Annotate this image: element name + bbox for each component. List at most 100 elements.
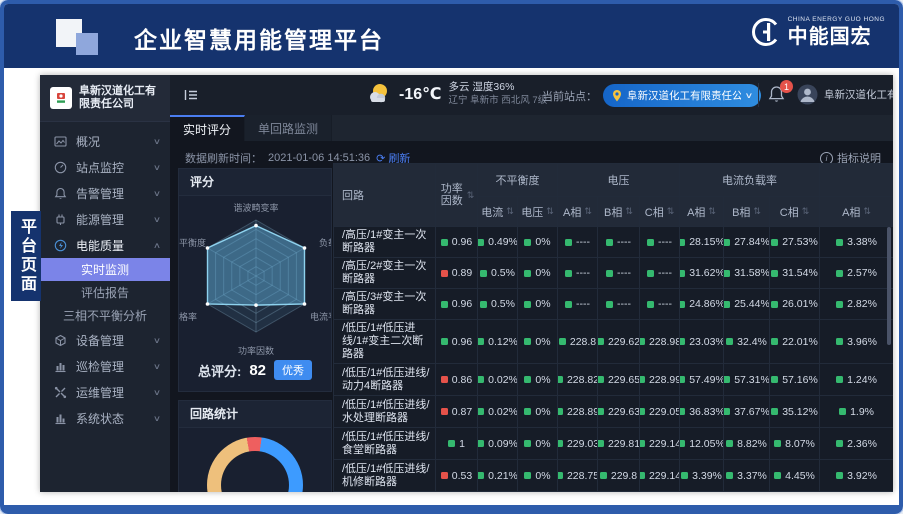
collapse-sidebar-icon[interactable]	[183, 87, 199, 108]
status-dot	[606, 301, 613, 308]
sidebar-subitem-three-phase-imbalance[interactable]: 三相不平衡分析	[40, 304, 170, 327]
col-header-B相[interactable]: B相⇅	[598, 197, 640, 227]
cell-value: 229.05	[640, 396, 680, 428]
circuit-stats-panel: 回路统计	[178, 400, 332, 492]
page-title: 企业智慧用能管理平台	[134, 21, 384, 55]
sort-icon[interactable]: ⇅	[546, 206, 554, 217]
table-row[interactable]: /高压/3#变主一次断路器0.960.5%0%------------24.86…	[334, 289, 894, 320]
cell-value: 21.78%	[724, 492, 770, 493]
status-dot	[600, 472, 607, 479]
chevron-down-icon: ∨	[153, 388, 161, 397]
sort-icon[interactable]: ⇅	[467, 190, 475, 201]
cell-value: 25.44%	[724, 289, 770, 320]
sort-icon[interactable]: ⇅	[584, 206, 592, 217]
chevron-down-icon: ∨	[153, 137, 161, 146]
status-dot	[441, 270, 448, 277]
chevron-down-icon: ∨	[153, 189, 161, 198]
table-row[interactable]: /高压/1#变主一次断路器0.960.49%0%------------28.1…	[334, 227, 894, 258]
col-header-电流[interactable]: 电流⇅	[478, 197, 518, 227]
sidebar-item-energy-management[interactable]: 能源管理∨	[40, 206, 170, 232]
cell-value: 31.58%	[724, 258, 770, 289]
chevron-down-icon: ∨	[153, 362, 161, 371]
cell-value: 2.36%	[820, 428, 893, 460]
sidebar-item-device-management[interactable]: 设备管理∨	[40, 327, 170, 353]
cell-value: 3.92%	[820, 460, 893, 492]
status-dot	[647, 239, 654, 246]
topbar: -16℃ 多云 湿度36% 辽宁 阜新市 西北风 7级 当前站点： 阜新汉道化工…	[170, 75, 893, 116]
sidebar-subitem-evaluation-report[interactable]: 评估报告	[40, 281, 170, 304]
status-dot	[478, 472, 485, 479]
table-row[interactable]: /低压/1#低压进线/水处理断路器0.870.02%0%228.89229.63…	[334, 396, 894, 428]
circuit-stats-title: 回路统计	[179, 401, 331, 428]
sort-icon[interactable]: ⇅	[802, 206, 810, 217]
col-header-circuit: 回路	[334, 164, 436, 227]
sidebar-item-station-monitoring[interactable]: 站点监控∨	[40, 154, 170, 180]
cell-value: 22.01%	[770, 320, 820, 364]
table-row[interactable]: /低压/1#低压进线/食堂断路器10.09%0%229.03229.81229.…	[334, 428, 894, 460]
status-dot	[441, 376, 448, 383]
cell-value: 37.67%	[724, 396, 770, 428]
user-menu[interactable]: 阜新汉道化工有限责任公司	[797, 84, 893, 105]
sort-icon[interactable]: ⇅	[863, 206, 871, 217]
col-header-A相[interactable]: A相⇅	[680, 197, 724, 227]
cell-value: 0%	[518, 428, 558, 460]
cell-value: 4.45%	[770, 460, 820, 492]
table-row[interactable]: /高压/2#变主一次断路器0.890.5%0%------------31.62…	[334, 258, 894, 289]
table-row[interactable]: /低压/1#低压进线/动力4断路器0.860.02%0%228.82229.65…	[334, 364, 894, 396]
col-header-C相[interactable]: C相⇅	[770, 197, 820, 227]
cell-value: 228.8	[558, 320, 598, 364]
sort-icon[interactable]: ⇅	[667, 206, 675, 217]
table-row[interactable]: /低压/1#低压进线/锅炉断路器0.870.06%0%228.81229.832…	[334, 492, 894, 493]
col-header-A相[interactable]: A相⇅	[558, 197, 598, 227]
tab-single-circuit[interactable]: 单回路监测	[245, 115, 332, 141]
sidebar-subitem-realtime-monitoring[interactable]: 实时监测	[40, 258, 170, 281]
table-scrollbar[interactable]	[887, 227, 891, 345]
col-header-电压[interactable]: 电压⇅	[518, 197, 558, 227]
sidebar-item-label: 站点监控	[76, 159, 154, 176]
circuit-table-wrap: 回路功率因数⇅不平衡度电压电流负载率电流⇅电压⇅A相⇅B相⇅C相⇅A相⇅B相⇅C…	[333, 163, 893, 492]
status-dot	[836, 270, 843, 277]
power-quality-icon	[53, 238, 67, 252]
cell-value: 229.65	[598, 364, 640, 396]
status-dot	[724, 270, 731, 277]
sidebar-item-overview[interactable]: 概况∨	[40, 128, 170, 154]
sort-icon[interactable]: ⇅	[506, 206, 514, 217]
status-dot	[680, 239, 686, 246]
col-header-C相[interactable]: C相⇅	[640, 197, 680, 227]
sort-icon[interactable]: ⇅	[753, 206, 761, 217]
sidebar-item-system-status[interactable]: 系统状态∨	[40, 405, 170, 431]
status-dot	[724, 376, 731, 383]
cell-value: 27.53%	[770, 227, 820, 258]
status-dot	[726, 472, 733, 479]
sidebar-item-alarm-management[interactable]: 告警管理∨	[40, 180, 170, 206]
status-dot	[724, 301, 731, 308]
sort-icon[interactable]: ⇅	[625, 206, 633, 217]
table-row[interactable]: /低压/1#低压进线/1#变主二次断路器0.960.12%0%228.8229.…	[334, 320, 894, 364]
cell-value: 1.24%	[820, 364, 893, 396]
chevron-down-icon: ∨	[153, 414, 161, 423]
sidebar-company: 阜新汉道化工有限责任公司	[40, 75, 170, 122]
col-group-2: 电流负载率	[680, 164, 820, 197]
cell-value: 0%	[518, 320, 558, 364]
score-panel: 评分 谐波畸变率 负载率 电流平衡 功率因数 合格率 不平衡度 总评分: 82 …	[178, 168, 332, 392]
cell-value: ----	[598, 289, 640, 320]
chevron-down-icon: ∨	[153, 215, 161, 224]
cell-value: 8.82%	[724, 428, 770, 460]
col-header-power-factor[interactable]: 功率因数⇅	[436, 164, 478, 227]
sidebar-item-ops-management[interactable]: 运维管理∨	[40, 379, 170, 405]
sidebar-item-inspection-management[interactable]: 巡检管理∨	[40, 353, 170, 379]
inspection-icon	[53, 359, 67, 373]
cell-value: 229.8	[598, 460, 640, 492]
station-select[interactable]: 阜新汉道化工有限责任公司 ∨	[603, 84, 761, 107]
col-header-B相[interactable]: B相⇅	[724, 197, 770, 227]
location-pin-icon	[612, 90, 622, 102]
notification-bell[interactable]: 1	[768, 85, 788, 105]
circuit-name: /低压/1#低压进线/1#变主二次断路器	[334, 320, 436, 364]
sort-icon[interactable]: ⇅	[708, 206, 716, 217]
sidebar-item-power-quality[interactable]: 电能质量∧	[40, 232, 170, 258]
table-row[interactable]: /低压/1#低压进线/机修断路器0.530.21%0%228.75229.822…	[334, 460, 894, 492]
col-header-A相[interactable]: A相⇅	[820, 197, 893, 227]
tab-realtime-score[interactable]: 实时评分	[170, 115, 245, 141]
circuit-name: /高压/1#变主一次断路器	[334, 227, 436, 258]
station-selector: 当前站点： 阜新汉道化工有限责任公司 ∨	[542, 84, 761, 107]
